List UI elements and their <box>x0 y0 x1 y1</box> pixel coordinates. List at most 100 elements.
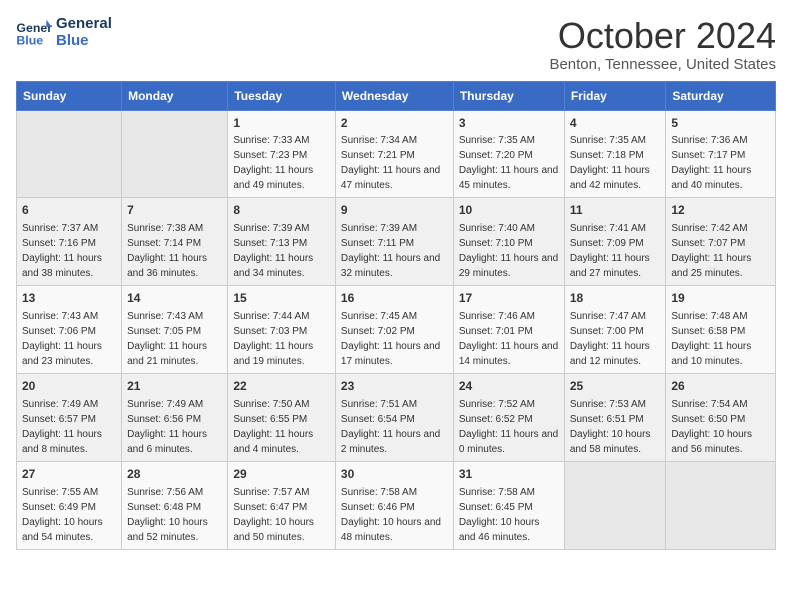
day-info: Sunrise: 7:58 AMSunset: 6:46 PMDaylight:… <box>341 485 448 545</box>
table-row: 8Sunrise: 7:39 AMSunset: 7:13 PMDaylight… <box>228 198 336 286</box>
day-number: 25 <box>570 378 661 395</box>
day-info: Sunrise: 7:50 AMSunset: 6:55 PMDaylight:… <box>233 397 330 457</box>
table-row: 10 Sunrise: 7:40 AMSunset: 7:10 PMDayligh… <box>453 198 564 286</box>
day-info: Sunrise: 7:47 AMSunset: 7:00 PMDaylight:… <box>570 309 661 369</box>
table-row: 23 Sunrise: 7:51 AMSunset: 6:54 PMDayligh… <box>335 373 453 461</box>
table-row: 18 Sunrise: 7:47 AMSunset: 7:00 PMDayligh… <box>564 286 666 374</box>
day-number: 10 <box>459 202 559 219</box>
day-number: 31 <box>459 466 559 483</box>
day-info: Sunrise: 7:41 AMSunset: 7:09 PMDaylight:… <box>570 221 661 281</box>
calendar-header-row: Sunday Monday Tuesday Wednesday Thursday… <box>17 81 776 110</box>
day-number: 29 <box>233 466 330 483</box>
day-number: 23 <box>341 378 448 395</box>
day-number: 6 <box>22 202 116 219</box>
day-info: Sunrise: 7:58 AMSunset: 6:45 PMDaylight:… <box>459 485 559 545</box>
table-row: 4Sunrise: 7:35 AMSunset: 7:18 PMDaylight… <box>564 110 666 198</box>
day-number: 16 <box>341 290 448 307</box>
day-info: Sunrise: 7:45 AMSunset: 7:02 PMDaylight:… <box>341 309 448 369</box>
table-row: 13 Sunrise: 7:43 AMSunset: 7:06 PMDayligh… <box>17 286 122 374</box>
svg-text:Blue: Blue <box>16 33 43 47</box>
day-number: 19 <box>671 290 770 307</box>
day-number: 8 <box>233 202 330 219</box>
page-header: General Blue General Blue October 2024 B… <box>16 16 776 73</box>
table-row: 21 Sunrise: 7:49 AMSunset: 6:56 PMDayligh… <box>122 373 228 461</box>
day-number: 5 <box>671 115 770 132</box>
calendar-week-row: 1Sunrise: 7:33 AMSunset: 7:23 PMDaylight… <box>17 110 776 198</box>
day-info: Sunrise: 7:48 AMSunset: 6:58 PMDaylight:… <box>671 309 770 369</box>
logo-text-general: General <box>56 16 112 33</box>
table-row: 6Sunrise: 7:37 AMSunset: 7:16 PMDaylight… <box>17 198 122 286</box>
title-block: October 2024 Benton, Tennessee, United S… <box>549 16 776 73</box>
col-wednesday: Wednesday <box>335 81 453 110</box>
day-info: Sunrise: 7:36 AMSunset: 7:17 PMDaylight:… <box>671 133 770 193</box>
logo-icon: General Blue <box>16 18 52 48</box>
day-info: Sunrise: 7:44 AMSunset: 7:03 PMDaylight:… <box>233 309 330 369</box>
table-row: 17Sunrise: 7:46 AMSunset: 7:01 PMDayligh… <box>453 286 564 374</box>
day-number: 26 <box>671 378 770 395</box>
calendar-table: Sunday Monday Tuesday Wednesday Thursday… <box>16 81 776 550</box>
table-row: 20 Sunrise: 7:49 AMSunset: 6:57 PMDayligh… <box>17 373 122 461</box>
table-row <box>17 110 122 198</box>
day-number: 18 <box>570 290 661 307</box>
col-saturday: Saturday <box>666 81 776 110</box>
day-number: 13 <box>22 290 116 307</box>
col-thursday: Thursday <box>453 81 564 110</box>
day-info: Sunrise: 7:38 AMSunset: 7:14 PMDaylight:… <box>127 221 222 281</box>
day-info: Sunrise: 7:40 AMSunset: 7:10 PMDaylight:… <box>459 221 559 281</box>
day-number: 15 <box>233 290 330 307</box>
table-row: 26 Sunrise: 7:54 AMSunset: 6:50 PMDayligh… <box>666 373 776 461</box>
day-info: Sunrise: 7:43 AMSunset: 7:06 PMDaylight:… <box>22 309 116 369</box>
calendar-week-row: 13 Sunrise: 7:43 AMSunset: 7:06 PMDayligh… <box>17 286 776 374</box>
logo-text-blue: Blue <box>56 33 112 50</box>
day-number: 12 <box>671 202 770 219</box>
day-number: 17 <box>459 290 559 307</box>
table-row: 5Sunrise: 7:36 AMSunset: 7:17 PMDaylight… <box>666 110 776 198</box>
day-info: Sunrise: 7:56 AMSunset: 6:48 PMDaylight:… <box>127 485 222 545</box>
calendar-subtitle: Benton, Tennessee, United States <box>549 56 776 73</box>
day-number: 28 <box>127 466 222 483</box>
calendar-title: October 2024 <box>549 16 776 56</box>
day-number: 24 <box>459 378 559 395</box>
table-row <box>564 461 666 549</box>
day-info: Sunrise: 7:34 AMSunset: 7:21 PMDaylight:… <box>341 133 448 193</box>
logo: General Blue General Blue <box>16 16 112 49</box>
day-info: Sunrise: 7:54 AMSunset: 6:50 PMDaylight:… <box>671 397 770 457</box>
day-number: 9 <box>341 202 448 219</box>
table-row: 3Sunrise: 7:35 AMSunset: 7:20 PMDaylight… <box>453 110 564 198</box>
day-info: Sunrise: 7:35 AMSunset: 7:20 PMDaylight:… <box>459 133 559 193</box>
day-info: Sunrise: 7:33 AMSunset: 7:23 PMDaylight:… <box>233 133 330 193</box>
table-row: 14Sunrise: 7:43 AMSunset: 7:05 PMDayligh… <box>122 286 228 374</box>
table-row: 15 Sunrise: 7:44 AMSunset: 7:03 PMDayligh… <box>228 286 336 374</box>
table-row: 28 Sunrise: 7:56 AMSunset: 6:48 PMDayligh… <box>122 461 228 549</box>
table-row: 7 Sunrise: 7:38 AMSunset: 7:14 PMDaylight… <box>122 198 228 286</box>
day-info: Sunrise: 7:52 AMSunset: 6:52 PMDaylight:… <box>459 397 559 457</box>
day-info: Sunrise: 7:55 AMSunset: 6:49 PMDaylight:… <box>22 485 116 545</box>
calendar-week-row: 27Sunrise: 7:55 AMSunset: 6:49 PMDayligh… <box>17 461 776 549</box>
day-number: 21 <box>127 378 222 395</box>
day-info: Sunrise: 7:39 AMSunset: 7:11 PMDaylight:… <box>341 221 448 281</box>
day-info: Sunrise: 7:42 AMSunset: 7:07 PMDaylight:… <box>671 221 770 281</box>
day-number: 2 <box>341 115 448 132</box>
day-info: Sunrise: 7:57 AMSunset: 6:47 PMDaylight:… <box>233 485 330 545</box>
table-row: 12 Sunrise: 7:42 AMSunset: 7:07 PMDayligh… <box>666 198 776 286</box>
day-number: 14 <box>127 290 222 307</box>
table-row <box>122 110 228 198</box>
table-row: 27Sunrise: 7:55 AMSunset: 6:49 PMDayligh… <box>17 461 122 549</box>
day-number: 30 <box>341 466 448 483</box>
table-row: 24 Sunrise: 7:52 AMSunset: 6:52 PMDayligh… <box>453 373 564 461</box>
col-sunday: Sunday <box>17 81 122 110</box>
table-row: 30 Sunrise: 7:58 AMSunset: 6:46 PMDayligh… <box>335 461 453 549</box>
table-row: 1Sunrise: 7:33 AMSunset: 7:23 PMDaylight… <box>228 110 336 198</box>
day-number: 7 <box>127 202 222 219</box>
day-info: Sunrise: 7:49 AMSunset: 6:57 PMDaylight:… <box>22 397 116 457</box>
table-row <box>666 461 776 549</box>
day-number: 22 <box>233 378 330 395</box>
day-info: Sunrise: 7:49 AMSunset: 6:56 PMDaylight:… <box>127 397 222 457</box>
day-info: Sunrise: 7:35 AMSunset: 7:18 PMDaylight:… <box>570 133 661 193</box>
table-row: 16 Sunrise: 7:45 AMSunset: 7:02 PMDayligh… <box>335 286 453 374</box>
day-info: Sunrise: 7:51 AMSunset: 6:54 PMDaylight:… <box>341 397 448 457</box>
table-row: 25Sunrise: 7:53 AMSunset: 6:51 PMDayligh… <box>564 373 666 461</box>
table-row: 29 Sunrise: 7:57 AMSunset: 6:47 PMDayligh… <box>228 461 336 549</box>
calendar-week-row: 20 Sunrise: 7:49 AMSunset: 6:57 PMDayligh… <box>17 373 776 461</box>
day-number: 20 <box>22 378 116 395</box>
